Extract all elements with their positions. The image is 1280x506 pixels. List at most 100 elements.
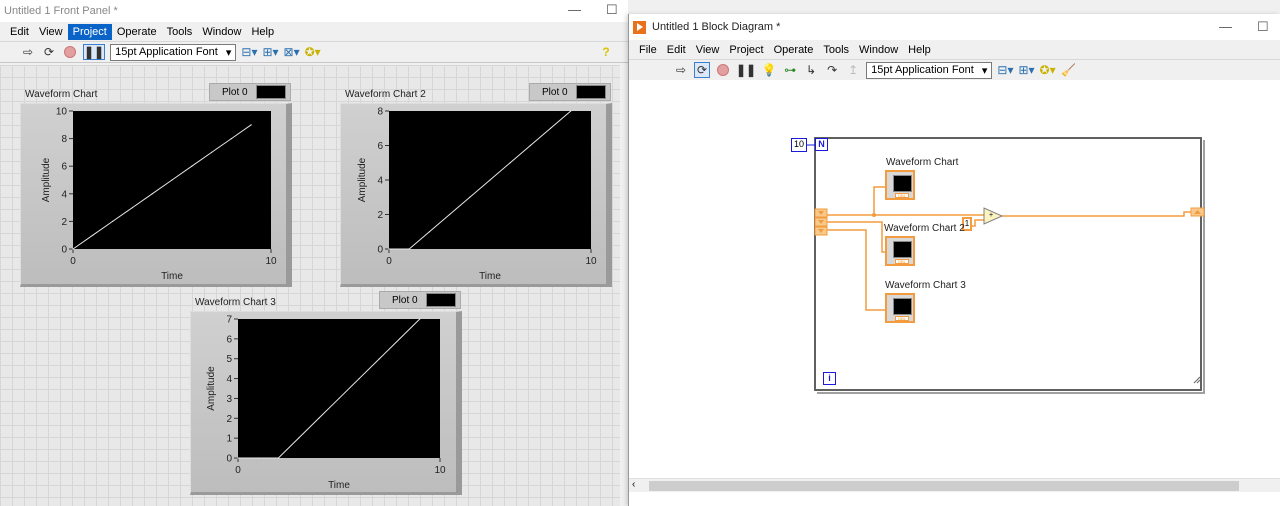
reorder-icon[interactable]: ✪▾ <box>1040 62 1056 78</box>
clean-up-diagram-icon[interactable]: 🧹 <box>1061 62 1077 78</box>
maximize-button[interactable]: ☐ <box>1257 19 1269 35</box>
highlight-execution-icon[interactable]: 💡 <box>761 62 777 78</box>
run-arrow-icon[interactable]: ⇨ <box>673 62 689 78</box>
wire-to-chart2[interactable] <box>827 221 886 253</box>
menu-view[interactable]: View <box>691 42 725 58</box>
wires <box>827 186 1191 311</box>
y-tick-label: 2 <box>377 210 383 221</box>
abort-icon[interactable] <box>62 44 78 60</box>
menu-window[interactable]: Window <box>854 42 903 58</box>
y-tick-label: 1 <box>226 434 232 445</box>
menu-window[interactable]: Window <box>197 24 246 40</box>
dbl-type-icon: DBL <box>895 193 909 198</box>
data-point <box>529 144 531 147</box>
waveform-chart-terminal-1[interactable]: DBL <box>885 170 915 200</box>
data-point <box>509 162 511 164</box>
menu-edit[interactable]: Edit <box>5 24 34 40</box>
menu-project[interactable]: Project <box>724 42 768 58</box>
menu-tools[interactable]: Tools <box>818 42 854 58</box>
menu-view[interactable]: View <box>34 24 68 40</box>
retain-wire-values-icon[interactable]: ⊶ <box>782 62 798 78</box>
wire-to-shift-register[interactable] <box>1002 211 1191 217</box>
iteration-terminal[interactable]: i <box>823 372 836 385</box>
distribute-objects-icon[interactable]: ⊞▾ <box>262 44 278 60</box>
y-tick-label: 8 <box>61 134 67 145</box>
menu-operate[interactable]: Operate <box>112 24 162 40</box>
chart-icon <box>893 241 912 258</box>
menu-help[interactable]: Help <box>246 24 279 40</box>
reorder-icon[interactable]: ✪▾ <box>305 44 321 60</box>
resize-objects-icon[interactable]: ⊠▾ <box>284 44 300 60</box>
for-loop-shadow <box>817 392 1203 394</box>
data-point <box>449 213 451 216</box>
y-tick-label: 6 <box>377 141 383 152</box>
data-point <box>191 165 193 167</box>
step-over-icon[interactable]: ↷ <box>824 62 840 78</box>
menu-operate[interactable]: Operate <box>769 42 819 58</box>
y-tick-label: 0 <box>61 245 67 256</box>
data-point <box>257 457 259 459</box>
waveform-chart-1: Waveform Chart Plot 0 0 2 4 6 8 10 0 10 Time Ampl… <box>18 82 294 287</box>
data-point <box>338 397 340 400</box>
y-tick-label: 3 <box>226 394 232 405</box>
run-continuously-icon[interactable]: ⟳ <box>41 44 57 60</box>
distribute-objects-icon[interactable]: ⊞▾ <box>1018 62 1034 78</box>
menu-file[interactable]: File <box>634 42 662 58</box>
menu-project[interactable]: Project <box>67 23 112 40</box>
pause-icon[interactable]: ❚❚ <box>736 62 756 78</box>
x-tick-label: 0 <box>70 256 76 267</box>
for-loop-shadow-right <box>1203 140 1205 394</box>
block-diagram-menubar: File Edit View Project Operate Tools Win… <box>629 40 1280 59</box>
data-point <box>428 231 430 233</box>
plot-area[interactable] <box>238 319 440 458</box>
chart-plot-svg: 0 2 4 6 8 10 0 10 Time Amplitude <box>41 107 277 283</box>
run-continuously-icon[interactable]: ⟳ <box>694 62 710 78</box>
align-objects-icon[interactable]: ⊟▾ <box>241 44 257 60</box>
front-panel-window: Untitled 1 Front Panel * — ☐ Edit View P… <box>0 0 628 506</box>
run-arrow-icon[interactable]: ⇨ <box>20 44 36 60</box>
wire-to-chart3[interactable] <box>827 229 886 311</box>
waveform-chart-terminal-3[interactable]: DBL <box>885 293 915 323</box>
window-title: Untitled 1 Block Diagram * <box>652 21 781 33</box>
context-help-icon[interactable]: ? <box>598 44 614 60</box>
horizontal-scrollbar[interactable]: ‹ <box>629 478 1280 492</box>
waveform-chart-2: Waveform Chart 2 Plot 0 0 2 4 6 8 0 10 Time Ampl… <box>338 82 614 287</box>
step-out-icon[interactable]: ↥ <box>845 62 861 78</box>
data-point <box>171 179 173 181</box>
resize-handle-icon[interactable] <box>1193 376 1201 384</box>
menu-tools[interactable]: Tools <box>162 24 198 40</box>
data-point <box>92 234 94 236</box>
y-tick-label: 2 <box>61 217 67 228</box>
add-symbol: + <box>989 212 994 219</box>
pause-icon[interactable]: ❚❚ <box>83 44 106 60</box>
block-diagram-canvas[interactable]: 10 N i 1 + Waveform Chart DBL Waveform C… <box>629 80 1280 482</box>
data-point <box>358 377 360 380</box>
chevron-down-icon: ▾ <box>225 46 232 59</box>
font-dropdown[interactable]: 15pt Application Font ▾ <box>866 61 993 79</box>
front-panel-menubar: Edit View Project Operate Tools Window H… <box>0 22 628 41</box>
scrollbar-thumb[interactable] <box>649 481 1239 491</box>
front-panel-toolbar: ⇨ ⟳ ❚❚ 15pt Application Font ▾ ⊟▾ ⊞▾ ⊠▾ ✪… <box>0 41 628 63</box>
align-objects-icon[interactable]: ⊟▾ <box>997 62 1013 78</box>
data-point <box>570 110 572 112</box>
font-label: 15pt Application Font <box>115 46 218 58</box>
loop-count-constant[interactable]: 10 <box>791 138 807 152</box>
for-loop-border[interactable] <box>814 137 1202 391</box>
y-tick-label: 4 <box>377 176 383 187</box>
minimize-button[interactable]: — <box>1219 19 1232 34</box>
minimize-button[interactable]: — <box>568 2 581 17</box>
maximize-button[interactable]: ☐ <box>606 2 618 18</box>
waveform-chart-terminal-2[interactable]: DBL <box>885 236 915 266</box>
data-point <box>298 437 300 439</box>
abort-icon[interactable] <box>715 62 731 78</box>
menu-help[interactable]: Help <box>903 42 936 58</box>
loop-count-terminal[interactable]: N <box>815 138 828 151</box>
font-dropdown[interactable]: 15pt Application Font ▾ <box>110 43 237 61</box>
y-tick-label: 4 <box>61 189 67 200</box>
step-into-icon[interactable]: ↳ <box>803 62 819 78</box>
data-point <box>399 338 401 340</box>
dbl-type-icon: DBL <box>895 259 909 264</box>
menu-edit[interactable]: Edit <box>662 42 691 58</box>
data-point <box>112 220 114 222</box>
scroll-left-icon[interactable]: ‹ <box>632 479 635 490</box>
